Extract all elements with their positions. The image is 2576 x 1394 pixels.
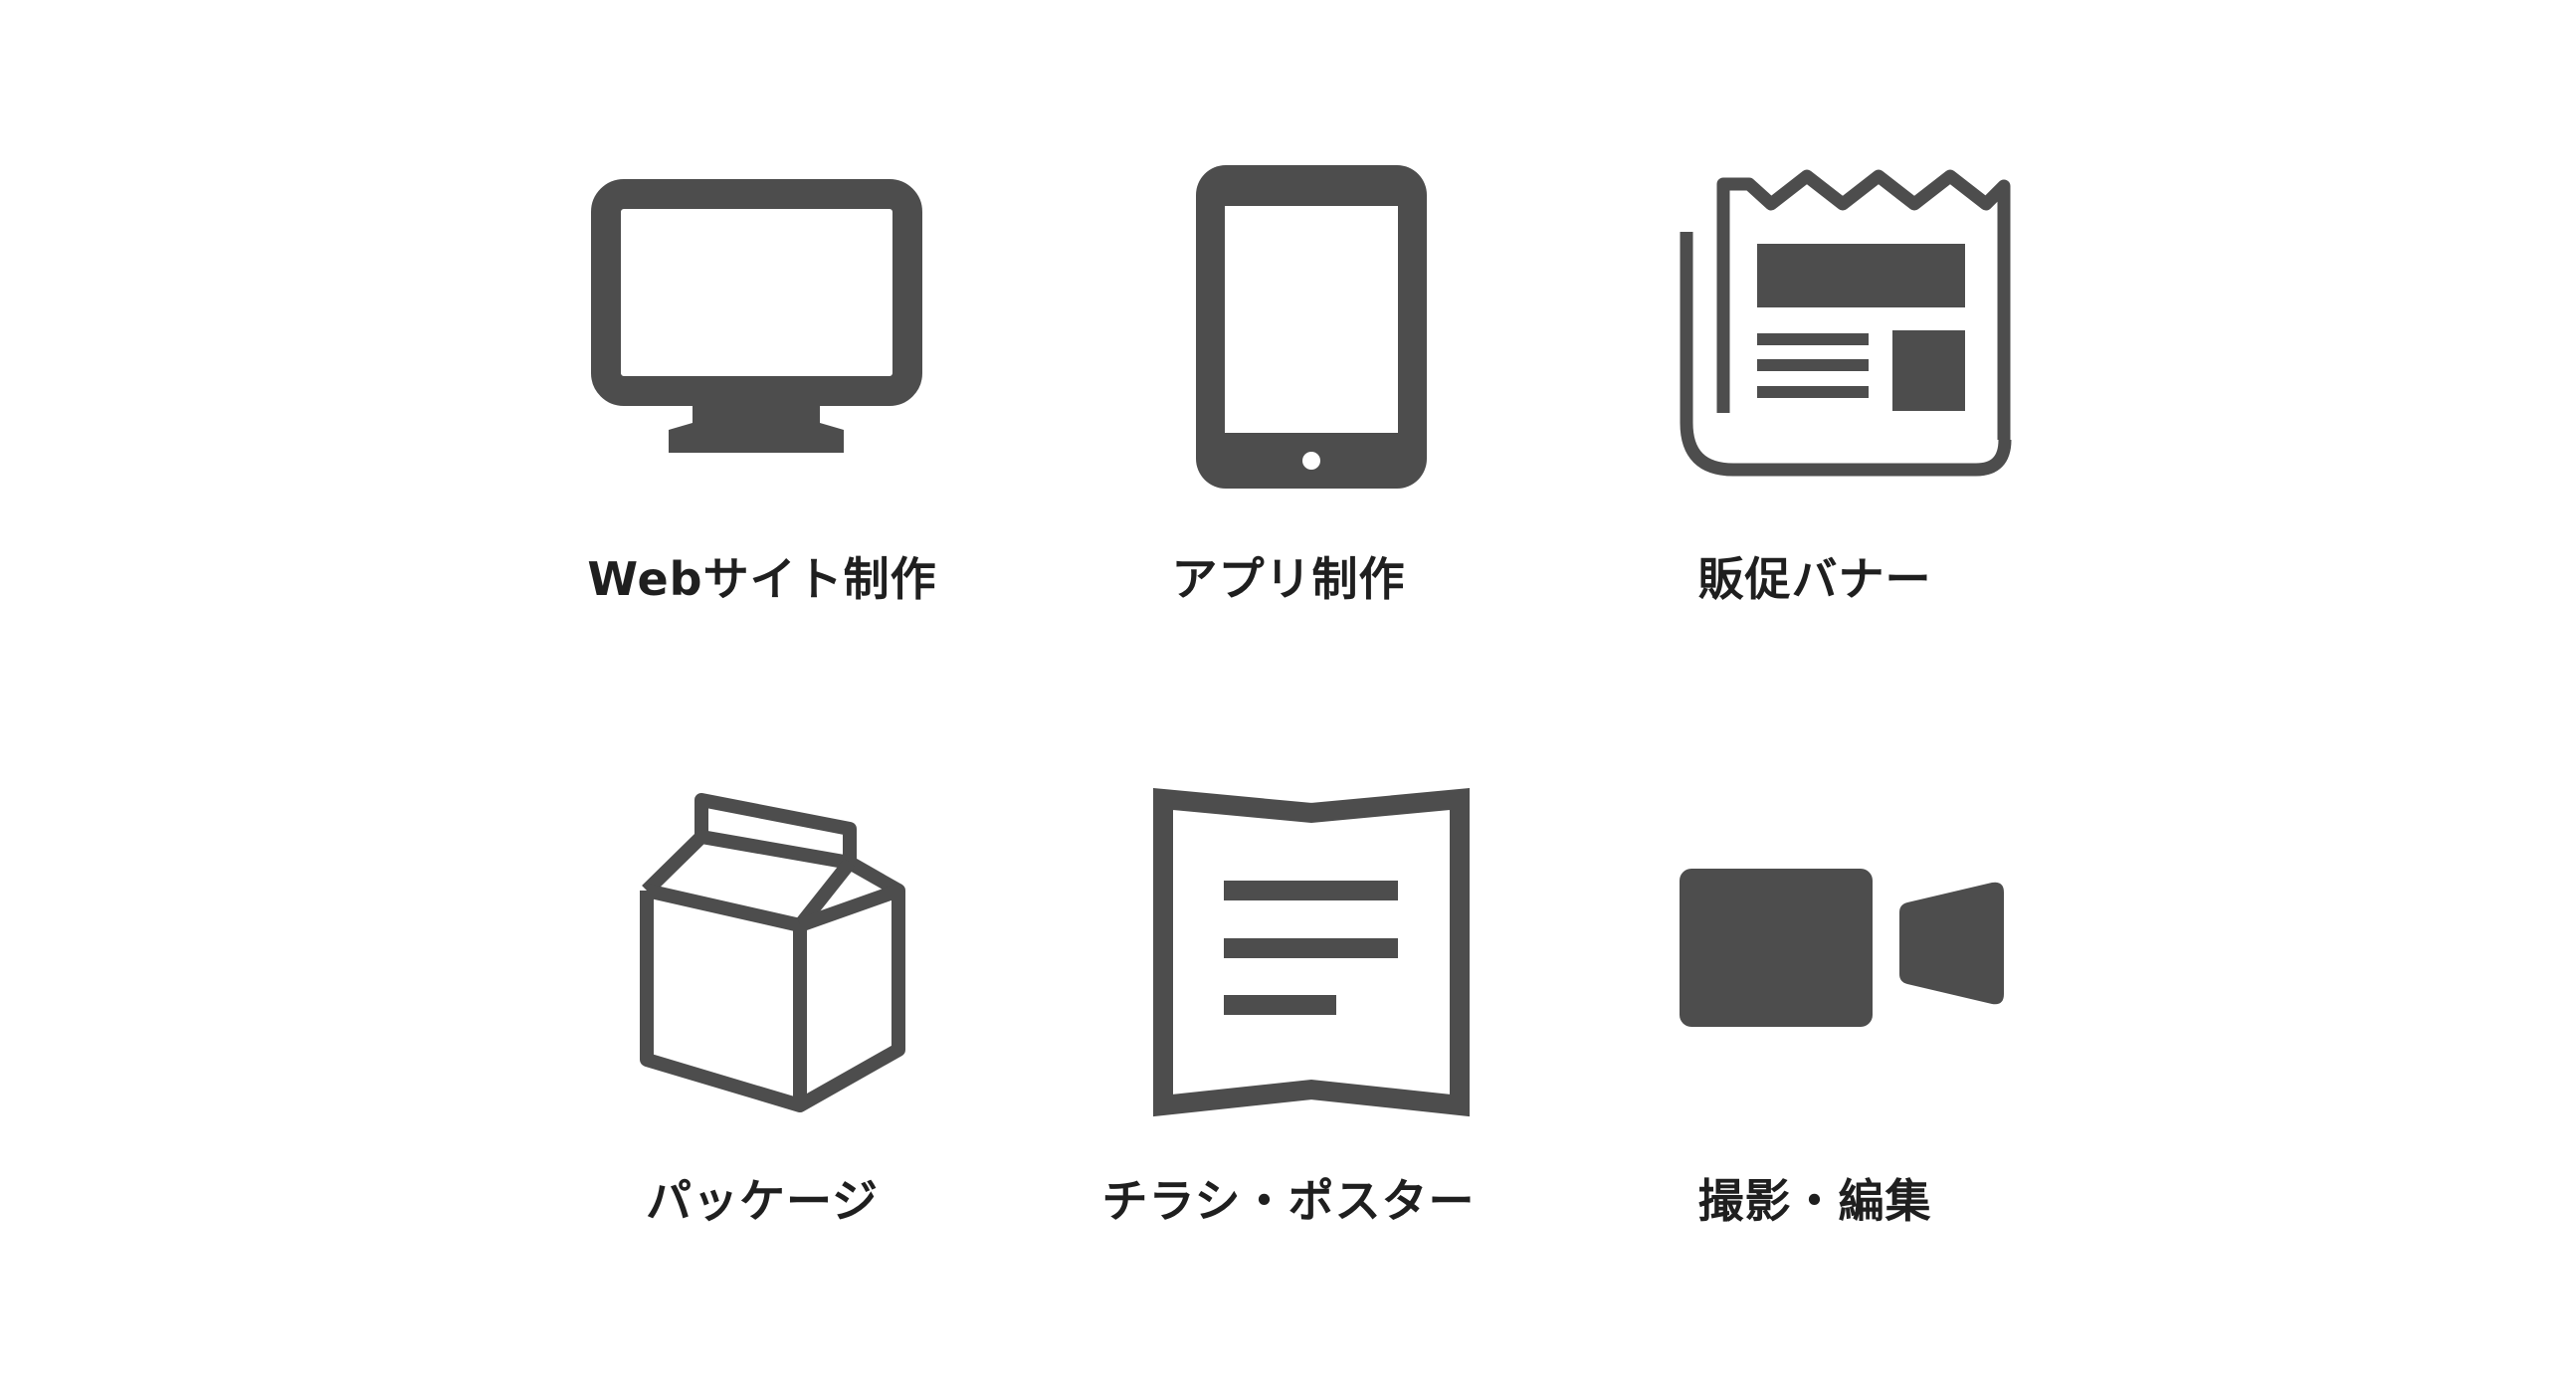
monitor-icon	[591, 179, 922, 453]
service-label: Webサイト制作	[587, 552, 937, 606]
service-label: 販促バナー	[1697, 552, 1932, 606]
video-camera-icon	[1680, 869, 2004, 1027]
service-app: アプリ制作	[1010, 149, 1567, 667]
newspaper-icon	[1680, 169, 2012, 477]
service-flyer: チラシ・ポスター	[1010, 771, 1567, 1289]
service-label: 撮影・編集	[1697, 1174, 1932, 1228]
service-package: パッケージ	[484, 771, 1041, 1289]
services-page: { "colors": { "icon": "#4d4d4d", "label"…	[0, 0, 2576, 1394]
service-video: 撮影・編集	[1536, 771, 2093, 1289]
leaflet-icon	[1153, 788, 1470, 1117]
service-banner: 販促バナー	[1536, 149, 2093, 667]
service-label: チラシ・ポスター	[1101, 1174, 1476, 1228]
milk-carton-icon	[640, 793, 905, 1112]
service-web-site: Webサイト制作	[484, 149, 1041, 667]
tablet-icon	[1196, 165, 1427, 489]
service-label: アプリ制作	[1171, 552, 1406, 606]
service-label: パッケージ	[645, 1174, 880, 1228]
